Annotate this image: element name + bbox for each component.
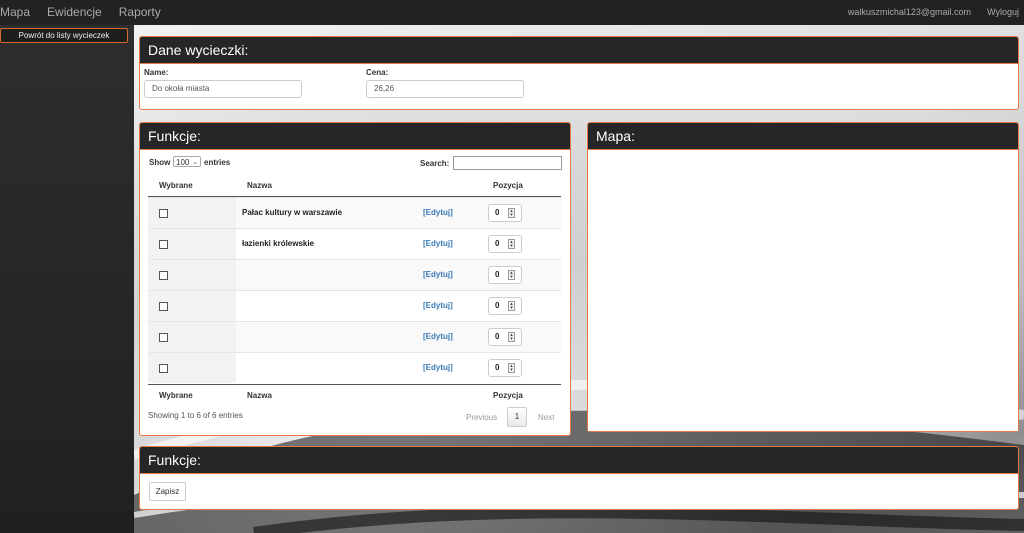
row-checkbox[interactable] — [159, 333, 168, 342]
spinner-arrows-icon[interactable]: ▴ ▾ — [508, 208, 515, 218]
row-checkbox[interactable] — [159, 209, 168, 218]
trip-data-title: Dane wycieczki: — [140, 37, 1018, 64]
user-nav: walkuszmichal123@gmail.com Wyloguj — [832, 0, 1019, 25]
main-nav: Mapa Ewidencje Raporty — [0, 0, 178, 25]
edit-link[interactable]: [Edytuj] — [423, 363, 453, 372]
save-panel: Funkcje: Zapisz — [139, 446, 1019, 510]
table-row: Pałac kultury w warszawie [Edytuj] 0 ▴ ▾ — [148, 197, 561, 228]
position-value: 0 — [495, 239, 500, 248]
trip-data-panel: Dane wycieczki: Name: Do okoła miasta Ce… — [139, 36, 1019, 110]
footer-col-nazwa: Nazwa — [247, 391, 272, 400]
row-checkbox[interactable] — [159, 240, 168, 249]
save-panel-title: Funkcje: — [140, 447, 1018, 474]
sidebar: Powrót do listy wycieczek — [0, 25, 134, 533]
row-name: łazienki królewskie — [242, 239, 315, 248]
price-input[interactable]: 26,26 — [366, 80, 524, 98]
position-value: 0 — [495, 270, 500, 279]
footer-divider — [148, 384, 561, 385]
position-stepper[interactable]: 0 ▴ ▾ — [488, 204, 522, 222]
price-label: Cena: — [366, 68, 389, 77]
table-row: [Edytuj] 0 ▴ ▾ — [148, 321, 561, 352]
col-header-nazwa[interactable]: Nazwa — [247, 181, 272, 190]
position-stepper[interactable]: 0 ▴ ▾ — [488, 328, 522, 346]
table-info: Showing 1 to 6 of 6 entries — [148, 411, 243, 420]
functions-title: Funkcje: — [140, 123, 570, 150]
position-stepper[interactable]: 0 ▴ ▾ — [488, 297, 522, 315]
name-input[interactable]: Do okoła miasta — [144, 80, 302, 98]
user-email-link[interactable]: walkuszmichal123@gmail.com — [848, 0, 971, 25]
footer-col-pozycja: Pozycja — [493, 391, 523, 400]
functions-panel: Funkcje: Show 100 ⌄ entries Search: Wybr… — [139, 122, 571, 436]
col-header-wybrane[interactable]: Wybrane — [159, 181, 193, 190]
edit-link[interactable]: [Edytuj] — [423, 332, 453, 341]
pager-next[interactable]: Next — [538, 413, 554, 422]
spinner-arrows-icon[interactable]: ▴ ▾ — [508, 239, 515, 249]
footer-col-wybrane: Wybrane — [159, 391, 193, 400]
map-title: Mapa: — [588, 123, 1018, 150]
pager-previous[interactable]: Previous — [466, 413, 497, 422]
search-label: Search: — [420, 159, 450, 168]
position-value: 0 — [495, 332, 500, 341]
save-button[interactable]: Zapisz — [149, 482, 186, 501]
col-header-pozycja[interactable]: Pozycja — [493, 181, 523, 190]
table-row: [Edytuj] 0 ▴ ▾ — [148, 352, 561, 383]
nav-ewidencje[interactable]: Ewidencje — [47, 0, 102, 25]
table-row: [Edytuj] 0 ▴ ▾ — [148, 259, 561, 290]
row-checkbox[interactable] — [159, 271, 168, 280]
entries-per-page-value: 100 — [176, 158, 190, 167]
row-checkbox[interactable] — [159, 302, 168, 311]
nav-mapa[interactable]: Mapa — [0, 0, 30, 25]
edit-link[interactable]: [Edytuj] — [423, 301, 453, 310]
spinner-arrows-icon[interactable]: ▴ ▾ — [508, 301, 515, 311]
edit-link[interactable]: [Edytuj] — [423, 239, 453, 248]
chevron-down-icon: ⌄ — [192, 159, 198, 166]
row-checkbox[interactable] — [159, 364, 168, 373]
back-to-trips-button[interactable]: Powrót do listy wycieczek — [0, 28, 128, 43]
spinner-arrows-icon[interactable]: ▴ ▾ — [508, 332, 515, 342]
entries-label: entries — [204, 158, 231, 167]
top-navbar: Mapa Ewidencje Raporty walkuszmichal123@… — [0, 0, 1024, 25]
logout-link[interactable]: Wyloguj — [987, 0, 1019, 25]
nav-raporty[interactable]: Raporty — [119, 0, 161, 25]
position-value: 0 — [495, 208, 500, 217]
position-stepper[interactable]: 0 ▴ ▾ — [488, 266, 522, 284]
position-value: 0 — [495, 301, 500, 310]
position-stepper[interactable]: 0 ▴ ▾ — [488, 235, 522, 253]
map-canvas[interactable] — [588, 150, 1018, 431]
name-label: Name: — [144, 68, 169, 77]
edit-link[interactable]: [Edytuj] — [423, 208, 453, 217]
spinner-arrows-icon[interactable]: ▴ ▾ — [508, 270, 515, 280]
table-row: łazienki królewskie [Edytuj] 0 ▴ ▾ — [148, 228, 561, 259]
table-row: [Edytuj] 0 ▴ ▾ — [148, 290, 561, 321]
show-label: Show — [149, 158, 171, 167]
map-panel: Mapa: — [587, 122, 1019, 432]
spinner-arrows-icon[interactable]: ▴ ▾ — [508, 363, 515, 373]
position-value: 0 — [495, 363, 500, 372]
search-input[interactable] — [453, 156, 562, 170]
pager-page-1[interactable]: 1 — [507, 407, 527, 427]
entries-per-page-select[interactable]: 100 ⌄ — [173, 156, 201, 167]
row-name: Pałac kultury w warszawie — [242, 208, 343, 217]
position-stepper[interactable]: 0 ▴ ▾ — [488, 359, 522, 377]
edit-link[interactable]: [Edytuj] — [423, 270, 453, 279]
